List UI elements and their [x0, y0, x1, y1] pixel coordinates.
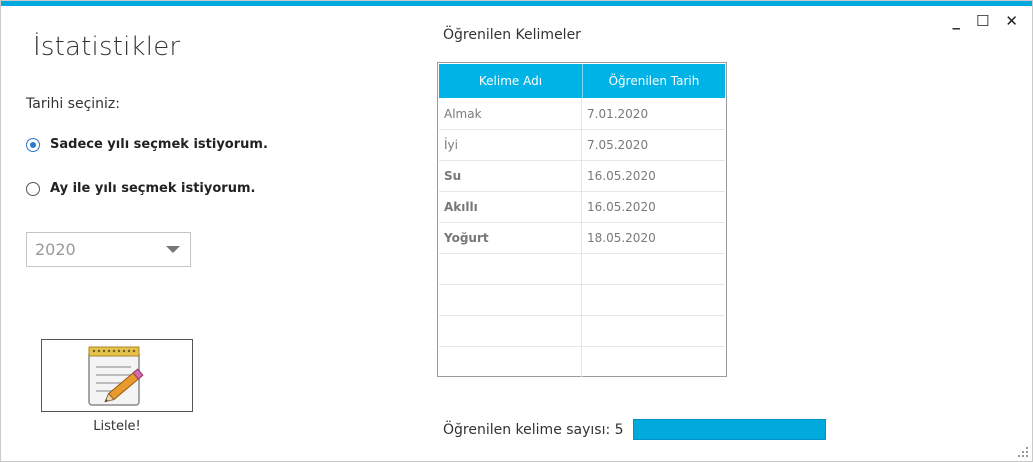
cell-date: 18.05.2020: [587, 231, 656, 245]
table-row[interactable]: Almak 7.01.2020: [439, 99, 725, 130]
cell-date: 7.05.2020: [587, 138, 649, 152]
table-row[interactable]: Yoğurt 18.05.2020: [439, 223, 725, 254]
window-controls: _ ☐ ✕: [952, 13, 1018, 29]
list-button[interactable]: [41, 339, 193, 412]
progress-fill: [634, 420, 825, 439]
page-title: İstatistikler: [33, 32, 181, 62]
cell-date: [582, 347, 725, 378]
word-count-label: Öğrenilen kelime sayısı: 5: [443, 422, 624, 438]
table-row-empty[interactable]: [439, 316, 725, 347]
table-row-empty[interactable]: [439, 254, 725, 285]
cell-date: [582, 254, 725, 284]
cell-word: Yoğurt: [439, 223, 582, 253]
radio-button-checked[interactable]: [26, 137, 40, 152]
cell-word: [439, 254, 582, 284]
cell-date: [582, 316, 725, 346]
cell-word: [439, 316, 582, 346]
table-row[interactable]: Akıllı 16.05.2020: [439, 192, 725, 223]
cell-word: [439, 285, 582, 315]
date-label: Tarihi seçiniz:: [26, 96, 120, 112]
word-count-progress-bar: [633, 419, 826, 440]
cell-date: 16.05.2020: [587, 200, 656, 214]
radio-year-only[interactable]: Sadece yılı seçmek istiyorum.: [26, 137, 268, 152]
column-header-word[interactable]: Kelime Adı: [439, 64, 582, 98]
cell-word: Su: [439, 161, 582, 191]
cell-word: [439, 347, 582, 378]
table-row[interactable]: İyi 7.05.2020: [439, 130, 725, 161]
notepad-pencil-icon: [88, 346, 144, 406]
radio-month-year[interactable]: Ay ile yılı seçmek istiyorum.: [26, 181, 255, 196]
cell-word: Akıllı: [439, 192, 582, 222]
table-row[interactable]: Su 16.05.2020: [439, 161, 725, 192]
chevron-down-icon[interactable]: [166, 246, 180, 253]
cell-word: İyi: [439, 130, 582, 160]
minimize-button[interactable]: _: [952, 13, 960, 29]
radio-label: Ay ile yılı seçmek istiyorum.: [50, 181, 256, 196]
radio-button[interactable]: [26, 181, 40, 196]
title-accent-bar: [1, 1, 1032, 6]
radio-label: Sadece yılı seçmek istiyorum.: [50, 137, 268, 152]
table-header: Kelime Adı Öğrenilen Tarih: [439, 64, 725, 98]
resize-grip-icon[interactable]: [1018, 447, 1028, 457]
cell-date: 16.05.2020: [587, 169, 656, 183]
close-button[interactable]: ✕: [1005, 13, 1018, 29]
column-header-date[interactable]: Öğrenilen Tarih: [582, 64, 725, 98]
cell-date: [582, 285, 725, 315]
words-title: Öğrenilen Kelimeler: [443, 27, 581, 43]
list-button-label: Listele!: [93, 419, 141, 434]
table-row-empty[interactable]: [439, 285, 725, 316]
year-select[interactable]: 2020: [26, 232, 191, 267]
cell-date: 7.01.2020: [587, 107, 649, 121]
app-window: _ ☐ ✕ İstatistikler Tarihi seçiniz: Sade…: [0, 0, 1033, 462]
cell-word: Almak: [439, 99, 582, 129]
maximize-button[interactable]: ☐: [976, 13, 989, 29]
table-row-empty[interactable]: [439, 347, 725, 378]
year-select-value: 2020: [35, 240, 76, 259]
words-table[interactable]: Kelime Adı Öğrenilen Tarih Almak 7.01.20…: [437, 62, 727, 378]
